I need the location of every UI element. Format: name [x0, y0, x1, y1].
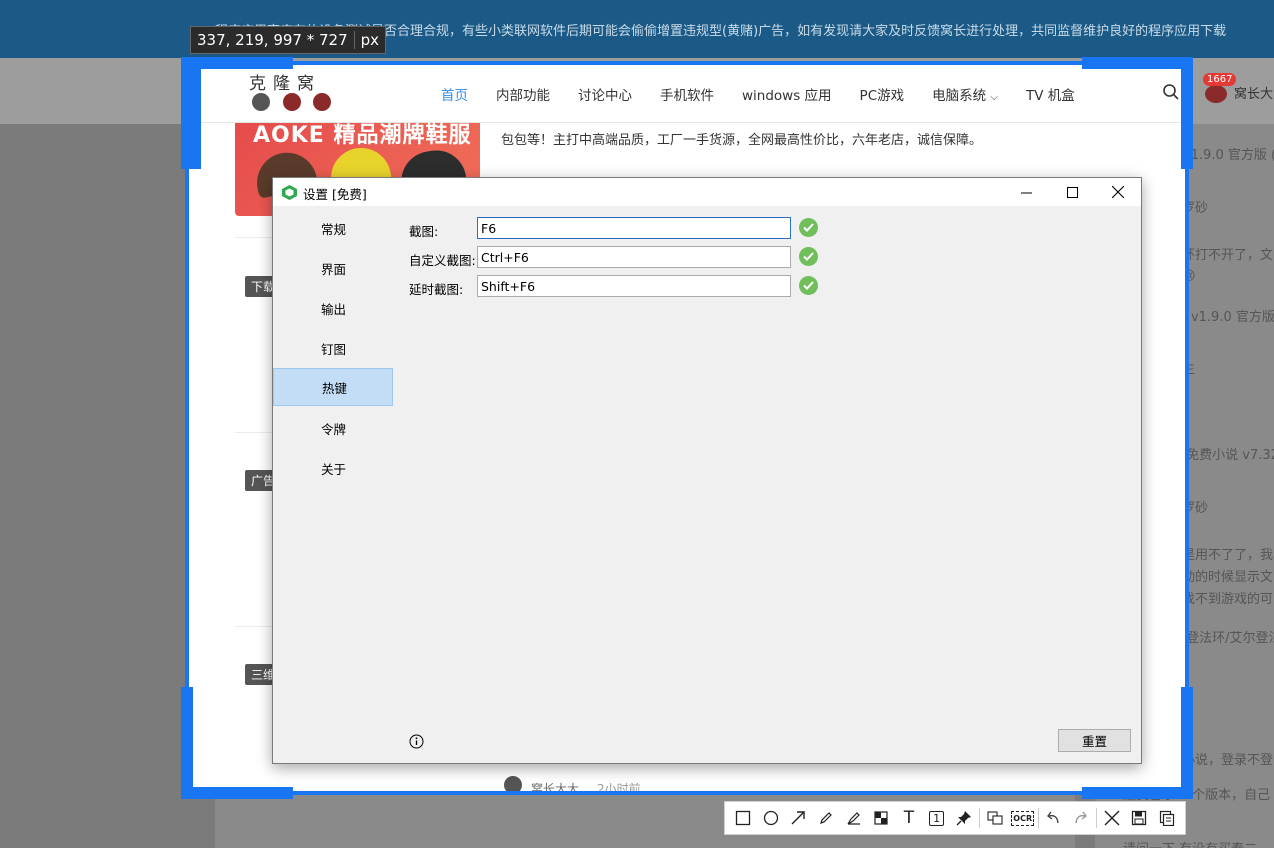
- settings-nav-hotkeys[interactable]: 热键: [273, 368, 393, 406]
- check-icon: [799, 276, 818, 295]
- user-name[interactable]: 窝长大大: [1234, 83, 1274, 102]
- selection-dimensions: 337, 219, 997 * 727: [197, 31, 348, 49]
- close-icon[interactable]: [1098, 804, 1126, 832]
- selection-unit: px: [353, 31, 385, 49]
- resize-handle[interactable]: [181, 57, 201, 169]
- resize-handle[interactable]: [1082, 787, 1193, 799]
- settings-nav-pin[interactable]: 钉图: [273, 329, 393, 367]
- number-label: 1: [929, 810, 945, 826]
- toolbar-divider: [979, 808, 981, 828]
- hotkey-label-capture: 截图:: [409, 224, 439, 239]
- hotkey-label-delay: 延时截图:: [409, 282, 464, 297]
- check-icon: [799, 247, 818, 266]
- redo-icon[interactable]: [1067, 804, 1095, 832]
- rectangle-icon[interactable]: [729, 804, 757, 832]
- text-icon[interactable]: T: [895, 804, 923, 832]
- settings-nav-output[interactable]: 输出: [273, 289, 393, 327]
- resize-handle[interactable]: [181, 787, 293, 799]
- settings-nav-general[interactable]: 常规: [273, 209, 393, 247]
- ocr-icon[interactable]: OCR: [1009, 804, 1037, 832]
- settings-nav-token[interactable]: 令牌: [273, 409, 393, 447]
- app-logo-icon: [282, 185, 297, 200]
- settings-nav-interface[interactable]: 界面: [273, 249, 393, 287]
- minimize-icon: [1020, 192, 1032, 193]
- settings-nav-about[interactable]: 关于: [273, 449, 393, 487]
- hotkey-input-capture[interactable]: [477, 217, 791, 239]
- close-icon: [1112, 186, 1124, 198]
- resize-handle[interactable]: [1082, 57, 1193, 69]
- minimize-button[interactable]: [1003, 178, 1049, 206]
- hotkey-input-delay[interactable]: [477, 275, 791, 297]
- resize-handle[interactable]: [181, 57, 293, 69]
- dialog-title: 设置 [免费]: [303, 187, 367, 202]
- toolbar-divider: [1037, 808, 1039, 828]
- mosaic-icon[interactable]: [867, 804, 895, 832]
- settings-dialog: 设置 [免费] 常规 界面 输出 钉图 热键 令牌 关于 截图: 自定义截图: …: [272, 177, 1142, 764]
- resize-handle[interactable]: [181, 687, 193, 799]
- notification-badge: 1667: [1203, 73, 1237, 86]
- reset-button[interactable]: 重置: [1058, 729, 1131, 752]
- maximize-button[interactable]: [1049, 178, 1095, 206]
- resize-handle[interactable]: [1181, 57, 1193, 169]
- arrow-icon[interactable]: [784, 804, 812, 832]
- ocr-label: OCR: [1011, 810, 1035, 826]
- number-icon[interactable]: 1: [923, 804, 951, 832]
- pen-icon[interactable]: [812, 804, 840, 832]
- marker-icon[interactable]: [840, 804, 868, 832]
- maximize-icon: [1066, 186, 1078, 198]
- hotkey-input-custom[interactable]: [477, 246, 791, 268]
- info-icon[interactable]: [409, 734, 424, 749]
- close-button[interactable]: [1095, 178, 1141, 206]
- capture-toolbar: T 1 OCR: [724, 801, 1186, 835]
- avatar[interactable]: [1205, 85, 1227, 103]
- copy-icon[interactable]: [1153, 804, 1181, 832]
- save-icon[interactable]: [1126, 804, 1154, 832]
- resize-handle[interactable]: [1181, 687, 1193, 799]
- dialog-titlebar[interactable]: 设置 [免费]: [273, 178, 1141, 206]
- sidebar-line[interactable]: 请问一下 有没有买春二: [1123, 838, 1274, 848]
- translate-icon[interactable]: [981, 804, 1009, 832]
- check-icon: [799, 218, 818, 237]
- selection-size-readout: 337, 219, 997 * 727 px: [190, 26, 387, 54]
- undo-icon[interactable]: [1040, 804, 1068, 832]
- pin-icon[interactable]: [951, 804, 979, 832]
- toolbar-divider: [1095, 808, 1097, 828]
- ellipse-icon[interactable]: [757, 804, 785, 832]
- hotkey-label-custom: 自定义截图:: [409, 253, 476, 268]
